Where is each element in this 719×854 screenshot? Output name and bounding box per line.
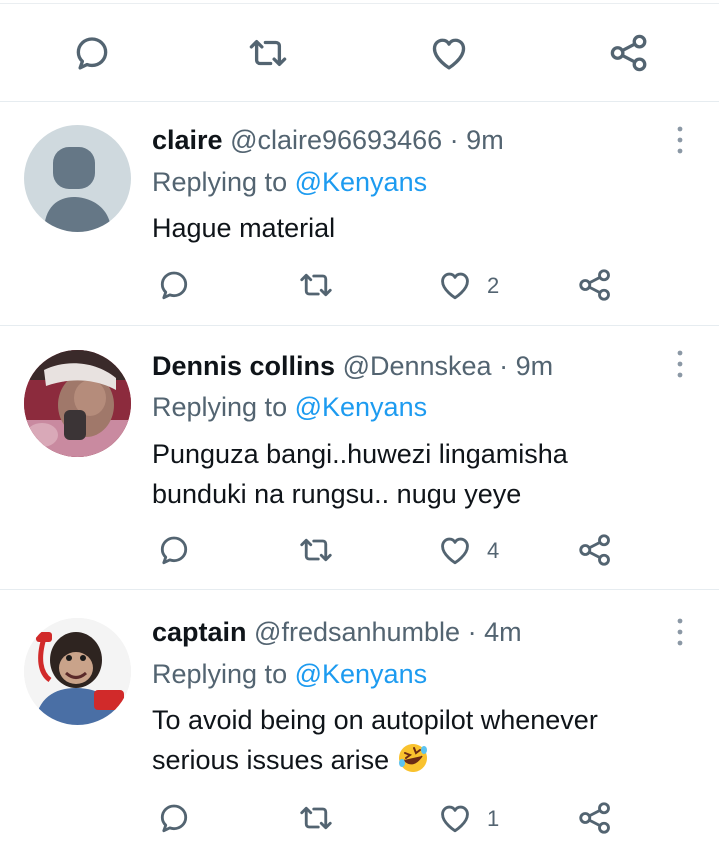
like-icon[interactable] xyxy=(437,532,473,568)
replying-to-label: Replying to xyxy=(152,659,288,689)
timestamp[interactable]: 9m xyxy=(466,125,504,155)
separator: · xyxy=(499,351,509,381)
timestamp[interactable]: 4m xyxy=(484,617,522,647)
like-count: 4 xyxy=(487,538,500,563)
tweet-text: Punguza bangi..huwezi lingamisha bunduki… xyxy=(152,434,692,514)
tweet-header: captain @fredsanhumble · 4m xyxy=(152,616,522,648)
reply-icon[interactable] xyxy=(156,800,192,836)
share-icon[interactable] xyxy=(577,532,613,568)
handle[interactable]: @fredsanhumble xyxy=(254,617,460,647)
top-divider xyxy=(0,3,719,4)
tweet-text-line-2: serious issues arise xyxy=(152,740,692,780)
reply-icon[interactable] xyxy=(156,267,192,303)
tweet-item[interactable]: captain @fredsanhumble · 4m Replying to … xyxy=(0,590,719,854)
tweet-text: Hague material xyxy=(152,208,692,248)
replying-to-label: Replying to xyxy=(152,392,288,422)
display-name[interactable]: claire xyxy=(152,125,223,155)
share-icon[interactable] xyxy=(608,32,650,74)
retweet-icon[interactable] xyxy=(298,532,334,568)
tweet-text-line: To avoid being on autopilot whenever xyxy=(152,705,598,735)
separator: · xyxy=(467,617,477,647)
tweet-text-line: bunduki na rungsu.. nugu yeye xyxy=(152,479,522,509)
retweet-icon[interactable] xyxy=(247,32,289,74)
handle[interactable]: @Dennskea xyxy=(343,351,492,381)
timestamp[interactable]: 9m xyxy=(516,351,554,381)
tweet-text-line: Punguza bangi..huwezi lingamisha xyxy=(152,439,568,469)
reply-icon[interactable] xyxy=(71,32,113,74)
mention-link[interactable]: @Kenyans xyxy=(295,659,427,689)
like-count: 1 xyxy=(487,806,500,831)
tweet-text-line: Hague material xyxy=(152,213,336,243)
replying-to: Replying to @Kenyans xyxy=(152,658,427,690)
tweet-item[interactable]: Dennis collins @Dennskea · 9m Replying t… xyxy=(0,326,719,590)
previous-tweet-action-bar xyxy=(0,0,719,102)
reply-icon[interactable] xyxy=(156,532,192,568)
retweet-icon[interactable] xyxy=(298,800,334,836)
tweet-item[interactable]: claire @claire96693466 · 9m Replying to … xyxy=(0,102,719,326)
display-name[interactable]: captain xyxy=(152,617,247,647)
more-options-icon[interactable] xyxy=(668,122,692,158)
separator: · xyxy=(449,125,459,155)
replying-to-label: Replying to xyxy=(152,167,288,197)
tweet-text: To avoid being on autopilot whenever ser… xyxy=(152,700,692,780)
tweet-header: claire @claire96693466 · 9m xyxy=(152,124,504,156)
tweet-text-line: serious issues arise xyxy=(152,745,390,775)
tweet-header: Dennis collins @Dennskea · 9m xyxy=(152,350,553,382)
replying-to: Replying to @Kenyans xyxy=(152,166,427,198)
avatar[interactable] xyxy=(24,350,131,457)
avatar[interactable] xyxy=(24,618,131,725)
more-options-icon[interactable] xyxy=(668,346,692,382)
mention-link[interactable]: @Kenyans xyxy=(295,392,427,422)
like-count: 2 xyxy=(487,273,500,298)
retweet-icon[interactable] xyxy=(298,267,334,303)
replying-to: Replying to @Kenyans xyxy=(152,391,427,423)
handle[interactable]: @claire96693466 xyxy=(230,125,442,155)
display-name[interactable]: Dennis collins xyxy=(152,351,335,381)
rolling-on-floor-laughing-emoji xyxy=(397,742,429,774)
mention-link[interactable]: @Kenyans xyxy=(295,167,427,197)
share-icon[interactable] xyxy=(577,800,613,836)
like-icon[interactable] xyxy=(437,267,473,303)
like-icon[interactable] xyxy=(437,800,473,836)
avatar[interactable] xyxy=(24,125,131,232)
share-icon[interactable] xyxy=(577,267,613,303)
more-options-icon[interactable] xyxy=(668,614,692,650)
like-icon[interactable] xyxy=(428,32,470,74)
